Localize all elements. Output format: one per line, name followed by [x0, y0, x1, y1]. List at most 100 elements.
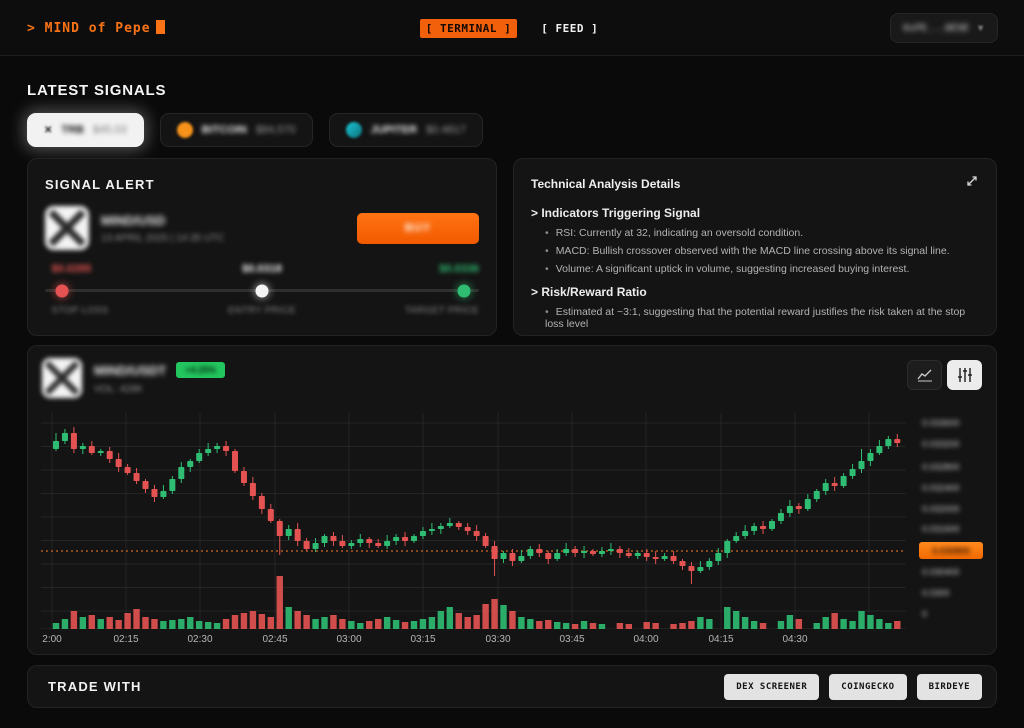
- volume-bar: [98, 619, 104, 629]
- bitcoin-icon: [177, 122, 193, 138]
- coingecko-button[interactable]: COINGECKO: [829, 674, 906, 700]
- candle: [760, 526, 766, 529]
- volume-bar: [679, 623, 685, 629]
- candle: [196, 453, 202, 461]
- token-pill-trb[interactable]: ✕TRB$45.03: [27, 113, 144, 147]
- close-icon[interactable]: ✕: [44, 125, 52, 136]
- buy-button[interactable]: BUY: [357, 213, 479, 244]
- signal-token-meta: MIND/USD 13 APRIL 2025 | 14:35 UTC: [101, 213, 224, 244]
- time-axis: 2:0002:1502:3002:4503:0003:1503:3003:450…: [41, 634, 906, 648]
- stop-loss-price: $0.0285: [52, 263, 92, 275]
- candle: [635, 553, 641, 556]
- volume-bar: [178, 619, 184, 629]
- candle: [411, 536, 417, 541]
- target-price-label: TARGET PRICE: [405, 305, 479, 316]
- entry-price: $0.0318: [242, 263, 282, 275]
- volume-bar: [375, 619, 381, 629]
- volume-bar: [268, 617, 274, 629]
- volume-bar: [89, 615, 95, 629]
- volume-bar: [867, 615, 873, 629]
- trade-with-title: TRADE WITH: [48, 679, 142, 694]
- volume-bar: [644, 622, 650, 629]
- dex-screener-button[interactable]: DEX SCREENER: [724, 674, 819, 700]
- volume-bar: [259, 614, 265, 629]
- volume-bar: [402, 622, 408, 629]
- signal-alert-card: SIGNAL ALERT MIND/USD 13 APRIL 2025 | 14…: [27, 158, 497, 336]
- candle: [286, 529, 292, 536]
- volume-bar: [393, 620, 399, 629]
- volume-bar: [133, 609, 139, 629]
- volume-bar: [670, 624, 676, 629]
- candle: [339, 541, 345, 546]
- price-tick-label: 0.033600: [922, 418, 960, 428]
- volume-bar: [357, 623, 363, 629]
- volume-bar: [339, 619, 345, 629]
- volume-bar: [366, 621, 372, 629]
- price-range-slider: $0.0285 $0.0318 $0.0336 STOP LOSS ENTRY …: [45, 263, 479, 325]
- candle: [671, 556, 677, 561]
- volume-bar: [697, 617, 703, 629]
- candle: [778, 513, 784, 521]
- candle: [71, 433, 77, 449]
- volume-bar: [303, 615, 309, 629]
- candle: [384, 541, 390, 546]
- candle: [876, 446, 882, 453]
- candle: [357, 539, 363, 543]
- candle: [527, 549, 533, 556]
- target-price-handle[interactable]: [457, 284, 470, 297]
- volume-bar: [169, 620, 175, 629]
- token-pill-bitcoin[interactable]: BITCOIN$84,570: [160, 113, 313, 147]
- time-tick-label: 04:00: [633, 634, 658, 645]
- candle: [483, 536, 489, 546]
- volume-bar: [491, 599, 497, 629]
- price-tick-label: 0.032400: [922, 483, 960, 493]
- time-tick-label: 02:30: [187, 634, 212, 645]
- candle: [751, 526, 757, 531]
- volume-bar: [482, 604, 488, 629]
- change-badge: +4.25%: [176, 362, 225, 378]
- time-tick-label: 2:00: [42, 634, 61, 645]
- volume-bar: [733, 611, 739, 629]
- token-logo-icon: [45, 206, 89, 250]
- candlestick-toggle-button[interactable]: [947, 360, 982, 390]
- chart-header: MIND/USDT +4.25% VOL: 428K: [42, 358, 982, 402]
- volume-bar: [124, 613, 130, 629]
- volume-bar: [572, 624, 578, 629]
- candle: [644, 553, 650, 557]
- volume-bar: [411, 621, 417, 629]
- line-chart-toggle-button[interactable]: [907, 360, 942, 390]
- signal-alert-title: SIGNAL ALERT: [45, 177, 155, 192]
- tab-terminal[interactable]: [ TERMINAL ]: [420, 19, 517, 38]
- volume-bar: [250, 611, 256, 629]
- volume-bar: [447, 607, 453, 629]
- price-tick-label: 0.031600: [922, 524, 960, 534]
- volume-bar: [823, 617, 829, 629]
- birdeye-button[interactable]: BIRDEYE: [917, 674, 982, 700]
- volume-bar: [80, 617, 86, 629]
- volume-bar: [151, 619, 157, 629]
- wallet-button[interactable]: 0xPE...8E9E ▼: [890, 13, 998, 43]
- token-pill-jupiter[interactable]: JUPITER$0.4817: [329, 113, 483, 147]
- candle: [859, 461, 865, 469]
- stop-loss-label: STOP LOSS: [52, 305, 109, 316]
- candle: [268, 509, 274, 521]
- chevron-down-icon: ▼: [976, 23, 985, 33]
- stop-loss-handle[interactable]: [56, 284, 69, 297]
- volume-bar: [62, 619, 68, 629]
- candlestick-chart[interactable]: [41, 413, 906, 629]
- ta-bullet-list: Estimated at ~3:1, suggesting that the p…: [545, 303, 982, 333]
- tab-feed[interactable]: [ FEED ]: [535, 19, 604, 38]
- candle: [787, 506, 793, 513]
- candle: [850, 469, 856, 476]
- time-tick-label: 02:45: [262, 634, 287, 645]
- candle: [80, 446, 86, 449]
- expand-icon[interactable]: [964, 173, 982, 191]
- entry-price-handle[interactable]: [256, 284, 269, 297]
- volume-bar: [536, 621, 542, 629]
- volume-bar: [626, 624, 632, 629]
- candle: [501, 553, 507, 559]
- volume-bar: [518, 617, 524, 629]
- candle: [733, 536, 739, 541]
- time-tick-label: 04:15: [708, 634, 733, 645]
- volume-bar: [286, 607, 292, 629]
